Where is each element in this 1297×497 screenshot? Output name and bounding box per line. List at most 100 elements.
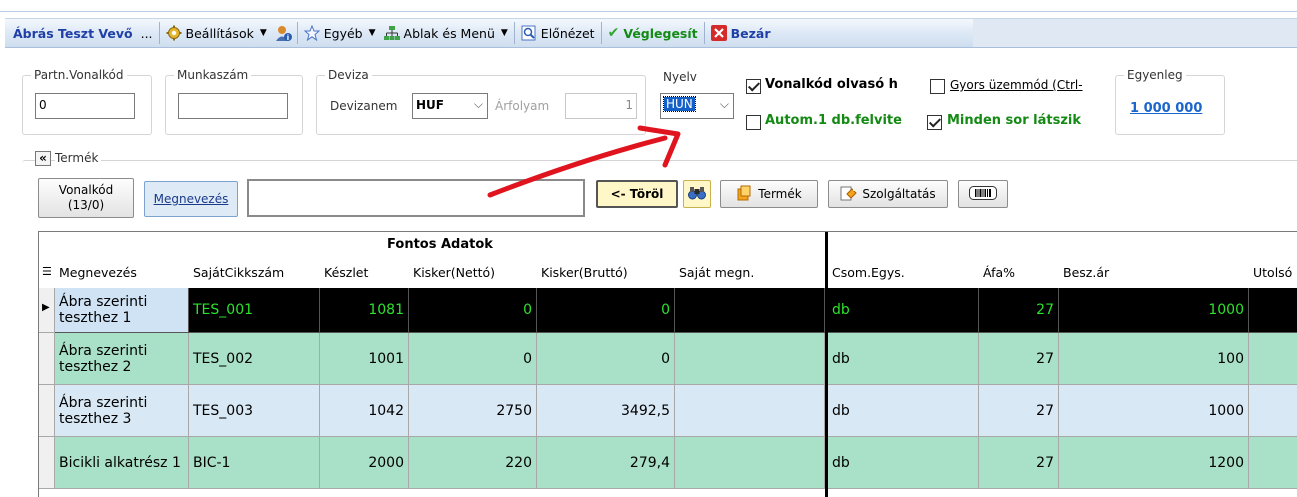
partner-barcode-label: Partn.Vonalkód [31, 68, 127, 82]
cell-last[interactable] [1249, 385, 1297, 437]
collapse-button[interactable]: « [35, 151, 51, 166]
row-indicator[interactable] [39, 333, 55, 385]
column-chooser-icon[interactable]: ☰ [42, 265, 52, 278]
col-header-last[interactable]: Utolsó [1249, 256, 1297, 288]
name-mode-button[interactable]: Megnevezés [144, 181, 238, 217]
col-header-own-sku[interactable]: SajátCikkszám [189, 256, 320, 288]
language-select[interactable]: HUN ⌵ [660, 93, 734, 119]
toolbar-filler [973, 19, 1297, 47]
cell-retail-net[interactable]: 220 [409, 437, 537, 489]
settings-menu-button[interactable]: Beállítások ▼ [162, 21, 271, 45]
user-info-button[interactable]: i [271, 21, 295, 45]
star-icon [303, 24, 321, 42]
magnifier-icon [521, 25, 537, 41]
row-indicator[interactable] [39, 385, 55, 437]
cell-retail-gross[interactable]: 0 [537, 288, 675, 333]
col-header-retail-gross[interactable]: Kisker(Bruttó) [537, 256, 675, 288]
cell-vat[interactable]: 27 [979, 288, 1059, 333]
language-label: Nyelv [663, 70, 697, 84]
all-rows-checkbox[interactable] [927, 115, 942, 130]
auto-add-label: Autom.1 db.felvite [765, 113, 902, 128]
barcode-reader-checkbox[interactable] [746, 79, 761, 94]
language-value: HUN [663, 96, 696, 112]
partner-barcode-input[interactable]: 0 [35, 93, 135, 119]
barcode-mode-button[interactable]: Vonalkód (13/0) [38, 178, 134, 218]
row-indicator[interactable]: ▶ [39, 288, 55, 333]
cell-own-name[interactable] [675, 333, 825, 385]
cell-package-unit[interactable]: db [828, 437, 979, 489]
cell-purchase-price[interactable]: 1000 [1059, 288, 1249, 333]
col-header-stock[interactable]: Készlet [320, 256, 409, 288]
cell-own-sku[interactable]: TES_003 [189, 385, 320, 437]
col-header-vat[interactable]: Áfa% [979, 256, 1059, 288]
cell-retail-net[interactable]: 2750 [409, 385, 537, 437]
service-button[interactable]: Szolgáltatás [828, 180, 948, 208]
cell-purchase-price[interactable]: 1200 [1059, 437, 1249, 489]
cell-name[interactable]: Ábra szerinti teszthez 2 [55, 333, 189, 385]
customer-ellipsis[interactable]: ... [141, 26, 153, 41]
cell-last[interactable] [1249, 288, 1297, 333]
checkmark-icon: ✔ [607, 25, 620, 41]
customer-title[interactable]: Ábrás Teszt Vevő ... [9, 21, 157, 45]
chevron-down-icon: ⌵ [473, 97, 483, 111]
cell-vat[interactable]: 27 [979, 385, 1059, 437]
cell-name[interactable]: Ábra szerinti teszthez 3 [55, 385, 189, 437]
table-row[interactable]: Bicikli alkatrész 1 BIC-1 2000 220 279,4… [39, 437, 1297, 489]
col-header-retail-net[interactable]: Kisker(Nettó) [409, 256, 537, 288]
cell-vat[interactable]: 27 [979, 333, 1059, 385]
close-button[interactable]: Bezár [707, 21, 775, 45]
other-menu-button[interactable]: Egyéb ▼ [300, 21, 380, 45]
col-header-package-unit[interactable]: Csom.Egys. [828, 256, 979, 288]
cell-last[interactable] [1249, 333, 1297, 385]
product-button[interactable]: Termék [720, 180, 818, 208]
preview-button[interactable]: Előnézet [517, 21, 599, 45]
cell-retail-gross[interactable]: 0 [537, 333, 675, 385]
cell-package-unit[interactable]: db [828, 385, 979, 437]
cell-own-sku[interactable]: BIC-1 [189, 437, 320, 489]
cell-retail-gross[interactable]: 279,4 [537, 437, 675, 489]
work-number-input[interactable] [178, 93, 288, 119]
cell-own-name[interactable] [675, 288, 825, 333]
table-row[interactable]: Ábra szerinti teszthez 3 TES_003 1042 27… [39, 385, 1297, 437]
cell-stock[interactable]: 1001 [320, 333, 409, 385]
cell-vat[interactable]: 27 [979, 437, 1059, 489]
auto-add-checkbox[interactable] [746, 115, 761, 130]
cell-own-name[interactable] [675, 385, 825, 437]
col-header-name[interactable]: Megnevezés [55, 256, 189, 288]
window-menu-button[interactable]: Ablak és Menü ▼ [380, 21, 512, 45]
cell-stock[interactable]: 1042 [320, 385, 409, 437]
cell-package-unit[interactable]: db [828, 333, 979, 385]
fast-mode-checkbox[interactable] [930, 79, 945, 94]
finalize-button[interactable]: ✔ Véglegesít [604, 21, 702, 45]
cell-retail-gross[interactable]: 3492,5 [537, 385, 675, 437]
col-header-own-name[interactable]: Saját megn. [675, 256, 825, 288]
cell-retail-net[interactable]: 0 [409, 288, 537, 333]
cell-purchase-price[interactable]: 100 [1059, 333, 1249, 385]
col-header-purchase-price[interactable]: Besz.ár [1059, 256, 1249, 288]
cell-package-unit[interactable]: db [828, 288, 979, 333]
cell-own-name[interactable] [675, 437, 825, 489]
rate-input[interactable]: 1 [565, 93, 637, 119]
cell-own-sku[interactable]: TES_002 [189, 333, 320, 385]
chevron-down-icon: ⌵ [719, 97, 729, 111]
cell-name[interactable]: Bicikli alkatrész 1 [55, 437, 189, 489]
table-row[interactable]: Ábra szerinti teszthez 2 TES_002 1001 0 … [39, 333, 1297, 385]
fast-mode-label: Gyors üzemmód (Ctrl- [950, 78, 1083, 92]
cell-last[interactable] [1249, 437, 1297, 489]
cell-stock[interactable]: 1081 [320, 288, 409, 333]
currency-select[interactable]: HUF ⌵ [412, 93, 488, 119]
service-icon [840, 185, 858, 204]
barcode-scanner-button[interactable] [958, 180, 1008, 208]
cell-purchase-price[interactable]: 1000 [1059, 385, 1249, 437]
cell-retail-net[interactable]: 0 [409, 333, 537, 385]
row-indicator[interactable] [39, 437, 55, 489]
currency-label: Deviza [325, 68, 372, 82]
currency-name-label: Devizanem [330, 99, 398, 113]
window-menu-label: Ablak és Menü [403, 25, 495, 41]
table-row[interactable]: ▶ Ábra szerinti teszthez 1 TES_001 1081 … [39, 288, 1297, 333]
close-icon [710, 25, 727, 41]
cell-own-sku[interactable]: TES_001 [189, 288, 320, 333]
cell-name[interactable]: Ábra szerinti teszthez 1 [55, 288, 189, 333]
cell-stock[interactable]: 2000 [320, 437, 409, 489]
balance-value[interactable]: 1 000 000 [1130, 101, 1202, 116]
